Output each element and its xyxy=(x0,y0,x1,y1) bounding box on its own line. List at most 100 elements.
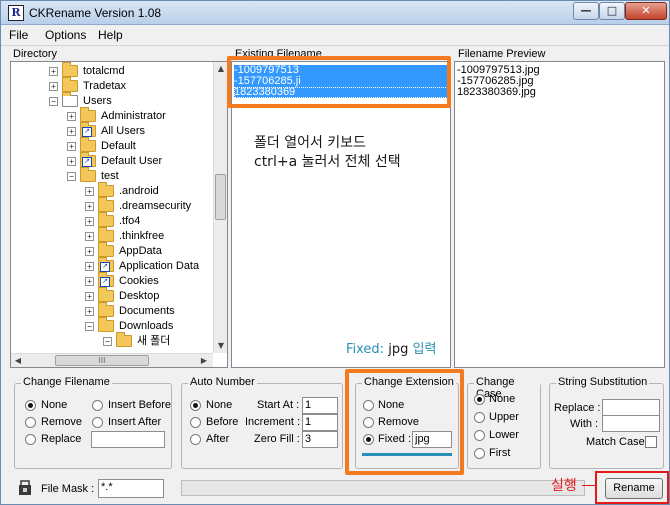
users-folder-icon xyxy=(62,92,78,107)
preview-file-item: 1823380369.jpg xyxy=(457,86,536,98)
filename-preview-list[interactable]: -1009797513.jpg -157706285.jpg 182338036… xyxy=(454,61,665,368)
scroll-left-icon[interactable]: ◀ xyxy=(11,354,25,367)
app-icon: R xyxy=(8,5,24,21)
expand-icon[interactable]: + xyxy=(67,112,76,121)
shortcut-folder-icon xyxy=(98,257,114,272)
menu-help[interactable]: Help xyxy=(98,28,123,42)
change-filename-none-radio[interactable] xyxy=(25,400,36,411)
expand-icon[interactable]: + xyxy=(67,127,76,136)
menu-options[interactable]: Options xyxy=(45,28,86,42)
annotation-run: 실행 xyxy=(551,478,577,494)
horizontal-scroll-thumb[interactable]: III xyxy=(55,355,149,366)
annotation-fixed-input: 입력 xyxy=(412,342,437,357)
expand-icon[interactable]: + xyxy=(85,262,94,271)
title-bar[interactable]: R CKRename Version 1.08 — □ ✕ xyxy=(1,1,669,25)
tree-node-label: All Users xyxy=(101,125,146,137)
scroll-down-icon[interactable]: ▼ xyxy=(214,339,227,353)
scroll-thumb[interactable] xyxy=(215,174,226,220)
case-none-radio[interactable] xyxy=(474,394,485,405)
change-filename-replace-label: Replace xyxy=(41,433,82,445)
case-first-label: First xyxy=(489,447,511,459)
expand-icon[interactable]: + xyxy=(49,67,58,76)
menu-file[interactable]: File xyxy=(9,28,28,42)
minimize-button[interactable]: — xyxy=(573,2,599,20)
scroll-up-icon[interactable]: ▲ xyxy=(214,62,227,76)
folder-icon xyxy=(80,167,96,182)
expand-icon[interactable]: + xyxy=(67,142,76,151)
auto-number-after-radio[interactable] xyxy=(190,434,201,445)
expand-icon[interactable]: + xyxy=(85,277,94,286)
string-substitution-group: String Substitution Replace : With : Mat… xyxy=(549,376,664,469)
increment-label: Increment : xyxy=(245,416,301,428)
auto-number-none-label: None xyxy=(206,399,233,411)
substitution-replace-input[interactable] xyxy=(602,399,660,416)
start-at-input[interactable]: 1 xyxy=(302,397,338,414)
tree-node-label: Tradetax xyxy=(83,80,127,92)
folder-icon xyxy=(116,332,132,347)
rename-button[interactable]: Rename xyxy=(605,478,663,499)
close-button[interactable]: ✕ xyxy=(625,2,667,20)
expand-icon[interactable]: + xyxy=(85,187,94,196)
collapse-icon[interactable]: − xyxy=(67,172,76,181)
expand-icon[interactable]: + xyxy=(85,202,94,211)
window-title: CKRename Version 1.08 xyxy=(29,6,162,20)
file-mask-input[interactable]: *.* xyxy=(98,479,164,498)
substitution-with-label: With : xyxy=(570,418,599,430)
annotation-select-all-line1: 폴더 열어서 키보드 xyxy=(254,135,366,151)
tree-node-label: Default User xyxy=(101,155,163,167)
app-window: R CKRename Version 1.08 — □ ✕ File Optio… xyxy=(0,0,670,505)
folder-icon xyxy=(62,77,78,92)
annotation-run-line xyxy=(582,485,596,486)
filename-preview-header: Filename Preview xyxy=(458,48,546,60)
auto-number-before-radio[interactable] xyxy=(190,417,201,428)
zero-fill-input[interactable]: 3 xyxy=(302,431,338,448)
case-upper-radio[interactable] xyxy=(474,412,485,423)
tree-node-label: totalcmd xyxy=(83,65,125,77)
substitution-with-input[interactable] xyxy=(602,415,660,432)
collapse-icon[interactable]: − xyxy=(85,322,94,331)
expand-icon[interactable]: + xyxy=(85,247,94,256)
tree-node-label: Cookies xyxy=(119,275,159,287)
tree-node-label: 새 폴더 xyxy=(137,335,171,347)
auto-number-title: Auto Number xyxy=(188,376,257,388)
expand-icon[interactable]: + xyxy=(85,232,94,241)
string-substitution-title: String Substitution xyxy=(556,376,650,388)
change-filename-none-label: None xyxy=(41,399,68,411)
change-filename-remove-label: Remove xyxy=(41,416,82,428)
tree-node-label: .android xyxy=(119,185,159,197)
match-case-checkbox[interactable] xyxy=(645,436,657,448)
expand-icon[interactable]: + xyxy=(85,307,94,316)
collapse-icon[interactable]: − xyxy=(103,337,112,346)
case-none-label: None xyxy=(489,393,516,405)
expand-icon[interactable]: + xyxy=(85,292,94,301)
change-filename-replace-radio[interactable] xyxy=(25,434,36,445)
tree-horizontal-scrollbar[interactable]: ◀ III ▶ xyxy=(11,353,213,367)
change-filename-title: Change Filename xyxy=(21,376,112,388)
folder-icon xyxy=(98,227,114,242)
shortcut-folder-icon xyxy=(80,122,96,137)
tree-node-label: Application Data xyxy=(119,260,200,272)
scroll-right-icon[interactable]: ▶ xyxy=(197,354,211,367)
case-lower-radio[interactable] xyxy=(474,430,485,441)
collapse-icon[interactable]: − xyxy=(49,97,58,106)
expand-icon[interactable]: + xyxy=(85,217,94,226)
folder-icon xyxy=(98,287,114,302)
tree-node-label: .tfo4 xyxy=(119,215,141,227)
maximize-button[interactable]: □ xyxy=(599,2,625,20)
auto-number-none-radio[interactable] xyxy=(190,400,201,411)
tree-node-label: AppData xyxy=(119,245,162,257)
change-filename-input[interactable] xyxy=(91,431,165,448)
change-filename-remove-radio[interactable] xyxy=(25,417,36,428)
expand-icon[interactable]: + xyxy=(67,157,76,166)
match-case-label: Match Case xyxy=(586,436,645,448)
increment-input[interactable]: 1 xyxy=(302,414,338,431)
insert-after-radio[interactable] xyxy=(92,417,103,428)
tree-node-label: Administrator xyxy=(101,110,166,122)
expand-icon[interactable]: + xyxy=(49,82,58,91)
file-mask-label: File Mask : xyxy=(41,483,95,495)
insert-before-radio[interactable] xyxy=(92,400,103,411)
insert-before-label: Insert Before xyxy=(108,399,171,411)
case-first-radio[interactable] xyxy=(474,448,485,459)
tree-vertical-scrollbar[interactable]: ▲ ▼ xyxy=(213,62,227,353)
directory-tree[interactable]: +totalcmd+Tradetax−Users+Administrator+A… xyxy=(10,61,228,368)
